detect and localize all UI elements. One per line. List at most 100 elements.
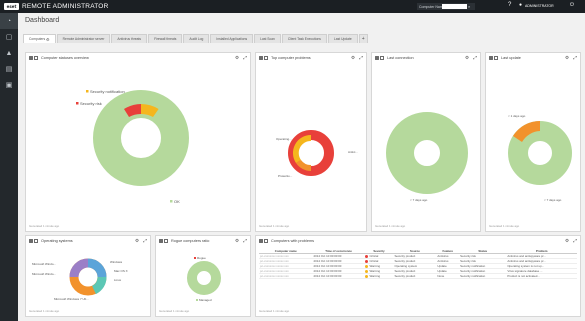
chart-view-icon[interactable] xyxy=(259,55,263,60)
tab-firewall-threats[interactable]: Firewall threats xyxy=(148,34,183,43)
expand-icon[interactable]: ⤢ xyxy=(243,55,247,60)
gear-icon[interactable]: ⚙ xyxy=(235,238,239,244)
add-tab-button[interactable]: + xyxy=(358,34,368,43)
panel-title: Operating systems xyxy=(41,238,73,243)
panel-header: Computers with problems ⚙ ⤢ xyxy=(256,236,580,245)
table-view-icon[interactable] xyxy=(264,55,268,60)
cell: Security notification xyxy=(459,273,507,279)
panel-title: Rogue computers ratio xyxy=(171,238,210,243)
user-name[interactable]: ADMINISTRATOR xyxy=(525,4,554,8)
table-row[interactable]: pc-xxxxxxxx.xxxxx.xxx 2014 Oct 10 00:00:… xyxy=(259,273,577,279)
expand-icon[interactable]: ⤢ xyxy=(143,238,147,243)
tab-label: Computers xyxy=(29,37,46,41)
gear-icon[interactable]: ⚙ xyxy=(135,238,139,244)
sidebar-item-computers[interactable]: ▢ xyxy=(0,29,18,45)
label-notification: Security notification xyxy=(90,89,125,94)
slice-ok[interactable] xyxy=(93,90,189,186)
chart-view-icon[interactable] xyxy=(375,55,379,60)
slice-green[interactable] xyxy=(386,112,468,194)
chart-view-icon[interactable] xyxy=(259,238,263,243)
label-a: Rogue xyxy=(197,256,206,260)
legend-swatch-managed xyxy=(196,299,198,301)
gear-icon[interactable]: ⚙ xyxy=(351,55,355,61)
sidebar-item-dashboard[interactable]: ◔ xyxy=(0,13,18,29)
tab-installed-applications[interactable]: Installed Applications xyxy=(210,34,254,43)
label-d: Mac OS X xyxy=(114,269,128,273)
expand-icon[interactable]: ⤢ xyxy=(573,55,577,60)
table-view-icon[interactable] xyxy=(34,238,38,243)
panel-footer: Generated 1 minute ago xyxy=(29,224,60,228)
expand-icon[interactable]: ⤢ xyxy=(573,238,577,243)
label-b: Microsoft Windo... xyxy=(32,272,56,276)
rogue-donut-chart: Rogue Managed xyxy=(187,256,221,302)
panel-header: Computer statuses overview ⚙ ⤢ xyxy=(26,53,250,62)
panel-title: Last connection xyxy=(387,55,414,60)
table-view-icon[interactable] xyxy=(380,55,384,60)
panel-footer: Generated 1 minute ago xyxy=(159,309,190,313)
cell: pc-xxxxxxxx.xxxxx.xxx xyxy=(259,273,313,279)
tab-audit-log[interactable]: Audit Log xyxy=(183,34,210,43)
gear-icon[interactable]: ⚙ xyxy=(46,37,50,42)
chart-view-icon[interactable] xyxy=(29,238,33,243)
table-view-icon[interactable] xyxy=(34,55,38,60)
eset-logo: eset xyxy=(4,3,19,10)
search-icon[interactable]: ⌕ xyxy=(468,4,473,9)
sidebar-item-threats[interactable]: ▲ xyxy=(0,45,18,61)
logout-icon[interactable]: ⏻ xyxy=(570,2,574,8)
gear-icon[interactable]: ⚙ xyxy=(565,238,569,244)
chart-view-icon[interactable] xyxy=(29,55,33,60)
label-b: < 7 days ago xyxy=(544,198,562,202)
panel-header: Operating systems ⚙ ⤢ xyxy=(26,236,150,245)
table-view-icon[interactable] xyxy=(164,238,168,243)
critical-icon xyxy=(365,259,369,263)
threats-icon: ▲ xyxy=(5,49,13,57)
label-ok: OK xyxy=(174,199,180,204)
status-donut-chart: Security notification Security risk OK xyxy=(76,89,189,204)
slice-blue[interactable] xyxy=(87,258,107,278)
tab-last-update[interactable]: Last Update xyxy=(327,34,358,43)
table-view-icon[interactable] xyxy=(494,55,498,60)
user-icon: ● xyxy=(519,2,523,8)
app-title: REMOTE ADMINISTRATOR xyxy=(22,3,109,10)
question-icon[interactable]: ? xyxy=(508,2,511,8)
tab-last-scan[interactable]: Last Scan xyxy=(254,34,281,43)
label-a: < 1 days ago xyxy=(508,114,526,118)
sidebar-item-reports[interactable]: ▤ xyxy=(0,61,18,77)
tab-ra-server[interactable]: Remote Administrator server xyxy=(56,34,111,43)
legend-swatch-rogue xyxy=(194,257,196,259)
slice-managed[interactable] xyxy=(187,261,221,295)
label-b: Antivi... xyxy=(348,150,358,154)
connection-donut-chart: < 7 days ago xyxy=(386,112,468,202)
panel-footer: Generated 1 minute ago xyxy=(375,224,406,228)
label-f: Microsoft Windows 7 Ult... xyxy=(54,297,89,301)
label-a: Microsoft Windo... xyxy=(32,262,56,266)
expand-icon[interactable]: ⤢ xyxy=(473,55,477,60)
gear-icon[interactable]: ⚙ xyxy=(465,55,469,61)
gear-icon[interactable]: ⚙ xyxy=(235,55,239,61)
search-input[interactable] xyxy=(442,4,467,9)
chart-view-icon[interactable] xyxy=(489,55,493,60)
severity-label: Warning xyxy=(369,274,381,278)
chart-view-icon[interactable] xyxy=(159,238,163,243)
panel-top-problems: Top computer problems ⚙ ⤢ Operating... A… xyxy=(255,52,367,232)
panel-footer: Generated 1 minute ago xyxy=(259,224,290,228)
legend-swatch-notification xyxy=(86,90,89,93)
expand-icon[interactable]: ⤢ xyxy=(243,238,247,243)
tab-client-task-executions[interactable]: Client Task Executions xyxy=(281,34,327,43)
update-donut-chart: < 1 days ago < 7 days ago xyxy=(508,114,572,202)
computer-search[interactable]: Computer Name ⌕ xyxy=(417,3,475,10)
table-view-icon[interactable] xyxy=(264,238,268,243)
sidebar-item-admin[interactable]: ▣ xyxy=(0,77,18,93)
tab-computers[interactable]: Computers ⚙ xyxy=(23,34,56,43)
slice-purple[interactable] xyxy=(69,258,89,278)
panel-header: Last connection ⚙ ⤢ xyxy=(372,53,480,62)
tab-antivirus-threats[interactable]: Antivirus threats xyxy=(111,34,148,43)
label-a: Operating... xyxy=(276,137,292,141)
label-a: < 7 days ago xyxy=(410,198,428,202)
gear-icon[interactable]: ⚙ xyxy=(565,55,569,61)
panel-title: Computer statuses overview xyxy=(41,55,89,60)
severity-label: Critical xyxy=(369,254,379,258)
panel-title: Last update xyxy=(501,55,521,60)
expand-icon[interactable]: ⤢ xyxy=(359,55,363,60)
panel-header: Rogue computers ratio ⚙ ⤢ xyxy=(156,236,250,245)
